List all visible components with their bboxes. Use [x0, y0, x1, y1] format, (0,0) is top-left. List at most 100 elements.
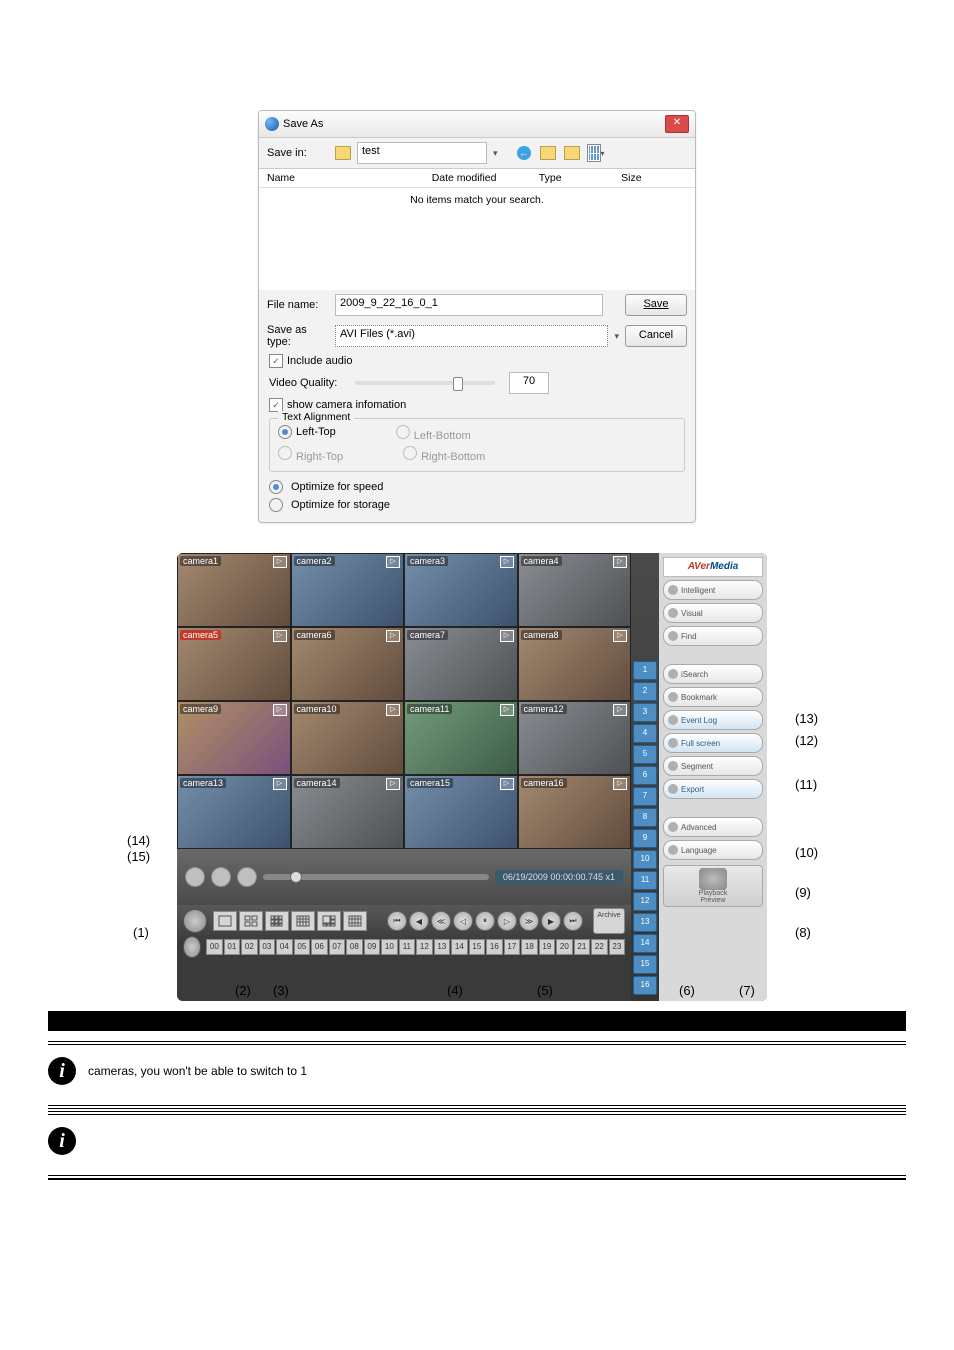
radio-left-bottom[interactable]: Left-Bottom	[396, 425, 471, 442]
cam-num-8[interactable]: 8	[633, 808, 657, 827]
camera-cell-5[interactable]: camera5▷	[177, 627, 291, 701]
cam-num-16[interactable]: 16	[633, 976, 657, 995]
hour-06[interactable]: 06	[311, 939, 328, 955]
hour-19[interactable]: 19	[539, 939, 556, 955]
hour-11[interactable]: 11	[399, 939, 416, 955]
pause-button[interactable]: ⏸	[475, 911, 495, 931]
fwd-button[interactable]: ≫	[519, 911, 539, 931]
back-button[interactable]: ←	[514, 143, 534, 163]
intelligent-button[interactable]: Intelligent	[663, 580, 763, 600]
hour-18[interactable]: 18	[521, 939, 538, 955]
isearch-button[interactable]: iSearch	[663, 664, 763, 684]
filename-input[interactable]: 2009_9_22_16_0_1	[335, 294, 603, 316]
seek-slider[interactable]	[263, 874, 489, 880]
camera-cell-8[interactable]: camera8▷	[518, 627, 632, 701]
camera-cell-11[interactable]: camera11▷	[404, 701, 518, 775]
camera-cell-1[interactable]: camera1▷	[177, 553, 291, 627]
export-button[interactable]: Export	[663, 779, 763, 799]
cam-num-13[interactable]: 13	[633, 913, 657, 932]
hour-04[interactable]: 04	[276, 939, 293, 955]
views-button[interactable]: ▾	[586, 143, 606, 163]
include-audio-row[interactable]: ✓ Include audio	[259, 352, 695, 370]
camera-cell-3[interactable]: camera3▷	[404, 553, 518, 627]
layout-8-button[interactable]	[317, 911, 341, 931]
show-caminfo-checkbox[interactable]: ✓	[269, 398, 283, 412]
fast-fwd-button[interactable]: ▶	[541, 911, 561, 931]
camera-cell-9[interactable]: camera9▷	[177, 701, 291, 775]
advanced-button[interactable]: Advanced	[663, 817, 763, 837]
hour-13[interactable]: 13	[434, 939, 451, 955]
col-size[interactable]: Size	[621, 172, 687, 184]
col-date[interactable]: Date modified	[432, 172, 539, 184]
cancel-button[interactable]: Cancel	[625, 325, 687, 347]
camera-cell-15[interactable]: camera15▷	[404, 775, 518, 849]
layout-1x1-button[interactable]	[213, 911, 237, 931]
slider-thumb[interactable]	[453, 377, 463, 391]
hour-23[interactable]: 23	[609, 939, 626, 955]
step-fwd-button[interactable]: ▷	[497, 911, 517, 931]
cam-num-15[interactable]: 15	[633, 955, 657, 974]
status-icon-2[interactable]	[211, 867, 231, 887]
video-quality-value[interactable]: 70	[509, 372, 549, 394]
savein-caret[interactable]: ▾	[493, 148, 498, 159]
skip-back-button[interactable]: ⏮	[387, 911, 407, 931]
hour-05[interactable]: 05	[294, 939, 311, 955]
hour-12[interactable]: 12	[416, 939, 433, 955]
savetype-caret[interactable]: ▾	[614, 331, 619, 342]
hour-22[interactable]: 22	[591, 939, 608, 955]
timeline-toggle[interactable]	[183, 936, 201, 958]
segment-button[interactable]: Segment	[663, 756, 763, 776]
camera-cell-12[interactable]: camera12▷	[518, 701, 632, 775]
find-button[interactable]: Find	[663, 626, 763, 646]
optimize-speed-radio[interactable]	[269, 480, 283, 494]
fast-rew-button[interactable]: ◀	[409, 911, 429, 931]
hour-03[interactable]: 03	[259, 939, 276, 955]
cam-num-2[interactable]: 2	[633, 682, 657, 701]
up-folder-button[interactable]	[538, 143, 558, 163]
camera-cell-14[interactable]: camera14▷	[291, 775, 405, 849]
cam-num-1[interactable]: 1	[633, 661, 657, 680]
visual-button[interactable]: Visual	[663, 603, 763, 623]
camera-cell-16[interactable]: camera16▷	[518, 775, 632, 849]
layout-2x2-button[interactable]	[239, 911, 263, 931]
layout-3x3-button[interactable]	[265, 911, 289, 931]
archive-button[interactable]: Archive	[593, 908, 625, 934]
playback-mode[interactable]: Playback Preview	[663, 865, 763, 907]
fullscreen-button[interactable]: Full screen	[663, 733, 763, 753]
col-type[interactable]: Type	[539, 172, 621, 184]
camera-cell-10[interactable]: camera10▷	[291, 701, 405, 775]
hour-09[interactable]: 09	[364, 939, 381, 955]
hour-00[interactable]: 00	[206, 939, 223, 955]
event-log-button[interactable]: Event Log	[663, 710, 763, 730]
radio-left-top[interactable]: Left-Top	[278, 425, 336, 442]
col-name[interactable]: Name	[267, 172, 432, 184]
radio-right-top[interactable]: Right-Top	[278, 446, 343, 463]
rew-button[interactable]: ≪	[431, 911, 451, 931]
cam-num-9[interactable]: 9	[633, 829, 657, 848]
language-button[interactable]: Language	[663, 840, 763, 860]
hour-16[interactable]: 16	[486, 939, 503, 955]
hour-08[interactable]: 08	[346, 939, 363, 955]
camera-cell-4[interactable]: camera4▷	[518, 553, 632, 627]
power-button[interactable]	[183, 909, 207, 933]
hour-07[interactable]: 07	[329, 939, 346, 955]
hour-14[interactable]: 14	[451, 939, 468, 955]
cam-num-3[interactable]: 3	[633, 703, 657, 722]
cam-num-7[interactable]: 7	[633, 787, 657, 806]
new-folder-button[interactable]	[562, 143, 582, 163]
savein-select[interactable]: test	[357, 142, 487, 164]
optimize-speed-row[interactable]: Optimize for speed	[259, 478, 695, 496]
camera-cell-2[interactable]: camera2▷	[291, 553, 405, 627]
status-icon-3[interactable]	[237, 867, 257, 887]
hour-17[interactable]: 17	[504, 939, 521, 955]
hour-15[interactable]: 15	[469, 939, 486, 955]
cam-num-12[interactable]: 12	[633, 892, 657, 911]
layout-13-button[interactable]	[343, 911, 367, 931]
cam-num-10[interactable]: 10	[633, 850, 657, 869]
cam-num-4[interactable]: 4	[633, 724, 657, 743]
hour-20[interactable]: 20	[556, 939, 573, 955]
status-icon-1[interactable]	[185, 867, 205, 887]
hour-10[interactable]: 10	[381, 939, 398, 955]
camera-cell-7[interactable]: camera7▷	[404, 627, 518, 701]
optimize-storage-row[interactable]: Optimize for storage	[259, 496, 695, 522]
